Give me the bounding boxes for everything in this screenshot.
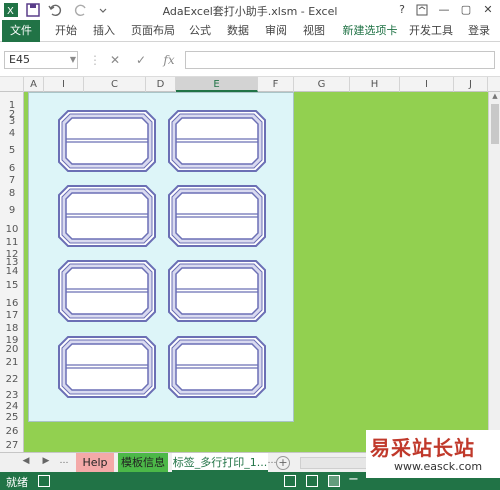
row-header-cell[interactable]: 21 (0, 357, 24, 368)
name-label-template[interactable] (58, 110, 156, 172)
maximize-button[interactable]: ▢ (458, 2, 474, 18)
row-header-cell[interactable]: 22 (0, 374, 24, 385)
scroll-thumb[interactable] (491, 104, 499, 144)
cancel-entry-icon[interactable]: ✕ (108, 51, 122, 69)
row-header: 1 2 3 4 5 6 7 8 9 10 11 12 13 14 15 16 1… (0, 92, 24, 452)
formula-bar: E45 ▼ ⋮ ✕ ✓ fx (0, 42, 500, 76)
insert-function-icon[interactable]: fx (160, 51, 178, 69)
normal-view-icon[interactable] (284, 475, 296, 487)
column-header-cell[interactable]: I (44, 77, 84, 92)
title-bar: X AdaExcel套打小助手.xlsm - Excel ? — ▢ ✕ (0, 0, 500, 20)
select-all-corner[interactable] (0, 77, 24, 92)
name-label-template[interactable] (58, 260, 156, 322)
ribbon-tabs: 文件 开始 插入 页面布局 公式 数据 审阅 视图 新建选项卡 开发工具 登录 (0, 20, 500, 42)
close-button[interactable]: ✕ (480, 2, 496, 18)
row-header-cell[interactable]: 14 (0, 266, 24, 277)
vertical-scrollbar[interactable]: ▲ (488, 92, 500, 452)
name-label-template[interactable] (168, 110, 266, 172)
page-break-view-icon[interactable] (328, 475, 340, 487)
column-header: A I C D E F G H I J (0, 76, 500, 92)
sheet-tab-template-info[interactable]: 模板信息 (118, 453, 168, 472)
status-ready: 就绪 (6, 476, 28, 489)
column-header-cell[interactable]: F (258, 77, 294, 92)
row-header-cell[interactable]: 24 (0, 401, 24, 412)
help-button[interactable]: ? (394, 2, 410, 18)
row-header-cell[interactable]: 16 (0, 298, 24, 309)
watermark-url: www.easck.com (394, 460, 483, 473)
name-label-template[interactable] (168, 260, 266, 322)
ribbon-display-button[interactable] (414, 2, 430, 18)
tab-view[interactable]: 视图 (300, 20, 328, 42)
row-header-cell[interactable]: 27 (0, 440, 24, 451)
column-header-cell[interactable]: G (294, 77, 350, 92)
sheet-tab-active[interactable]: 标签_多行打印_1... (172, 453, 268, 472)
sheet-prev-icon[interactable]: ◀ (20, 456, 32, 466)
name-box-dropdown-icon[interactable]: ▼ (66, 51, 80, 69)
row-header-cell[interactable]: 25 (0, 412, 24, 423)
tab-review[interactable]: 审阅 (262, 20, 290, 42)
name-label-template[interactable] (168, 185, 266, 247)
column-header-cell[interactable]: H (350, 77, 400, 92)
column-header-cell[interactable]: D (146, 77, 176, 92)
row-header-cell[interactable]: 7 (0, 175, 24, 186)
tab-data[interactable]: 数据 (224, 20, 252, 42)
name-label-template[interactable] (168, 336, 266, 398)
row-header-cell[interactable]: 9 (0, 205, 24, 216)
column-header-cell-selected[interactable]: E (176, 77, 258, 92)
sheet-tab-help[interactable]: Help (76, 453, 114, 472)
row-header-cell[interactable]: 18 (0, 323, 24, 334)
site-watermark: 易采站长站 www.easck.com (366, 430, 500, 478)
zoom-out-icon[interactable]: − (348, 472, 359, 487)
more-sheets-icon[interactable]: … (58, 456, 70, 466)
row-header-cell[interactable]: 26 (0, 426, 24, 437)
row-header-cell[interactable]: 11 (0, 237, 24, 248)
row-header-cell[interactable]: 5 (0, 145, 24, 156)
macro-record-icon[interactable] (38, 475, 50, 487)
column-header-cell[interactable]: C (84, 77, 146, 92)
row-header-cell[interactable]: 6 (0, 163, 24, 174)
sheet-next-icon[interactable]: ▶ (40, 456, 52, 466)
confirm-entry-icon[interactable]: ✓ (134, 51, 148, 69)
formula-input[interactable] (185, 51, 495, 69)
row-header-cell[interactable]: 17 (0, 310, 24, 321)
add-sheet-icon[interactable]: + (276, 456, 290, 470)
tab-developer[interactable]: 开发工具 (408, 20, 454, 42)
sign-in-link[interactable]: 登录 (464, 20, 494, 42)
column-header-cell[interactable]: I (400, 77, 454, 92)
horizontal-scrollbar[interactable] (300, 457, 370, 469)
page-layout-view-icon[interactable] (306, 475, 318, 487)
tab-file[interactable]: 文件 (2, 20, 40, 42)
tab-new-tab[interactable]: 新建选项卡 (340, 20, 400, 42)
minimize-button[interactable]: — (436, 2, 452, 18)
row-header-cell[interactable]: 20 (0, 344, 24, 355)
tab-home[interactable]: 开始 (52, 20, 80, 42)
row-header-cell[interactable]: 4 (0, 128, 24, 139)
row-header-cell[interactable]: 10 (0, 224, 24, 235)
column-header-cell[interactable]: A (24, 77, 44, 92)
name-label-template[interactable] (58, 185, 156, 247)
name-label-template[interactable] (58, 336, 156, 398)
tab-insert[interactable]: 插入 (90, 20, 118, 42)
scroll-up-icon[interactable]: ▲ (489, 92, 500, 102)
tab-page-layout[interactable]: 页面布局 (130, 20, 176, 42)
row-header-cell[interactable]: 23 (0, 390, 24, 401)
row-header-cell[interactable]: 15 (0, 280, 24, 291)
row-header-cell[interactable]: 8 (0, 188, 24, 199)
more-icon: ⋮ (89, 53, 101, 67)
row-header-cell[interactable]: 3 (0, 116, 24, 127)
column-header-cell[interactable]: J (454, 77, 488, 92)
tab-formulas[interactable]: 公式 (186, 20, 214, 42)
watermark-text: 易采站长站 (370, 436, 475, 460)
